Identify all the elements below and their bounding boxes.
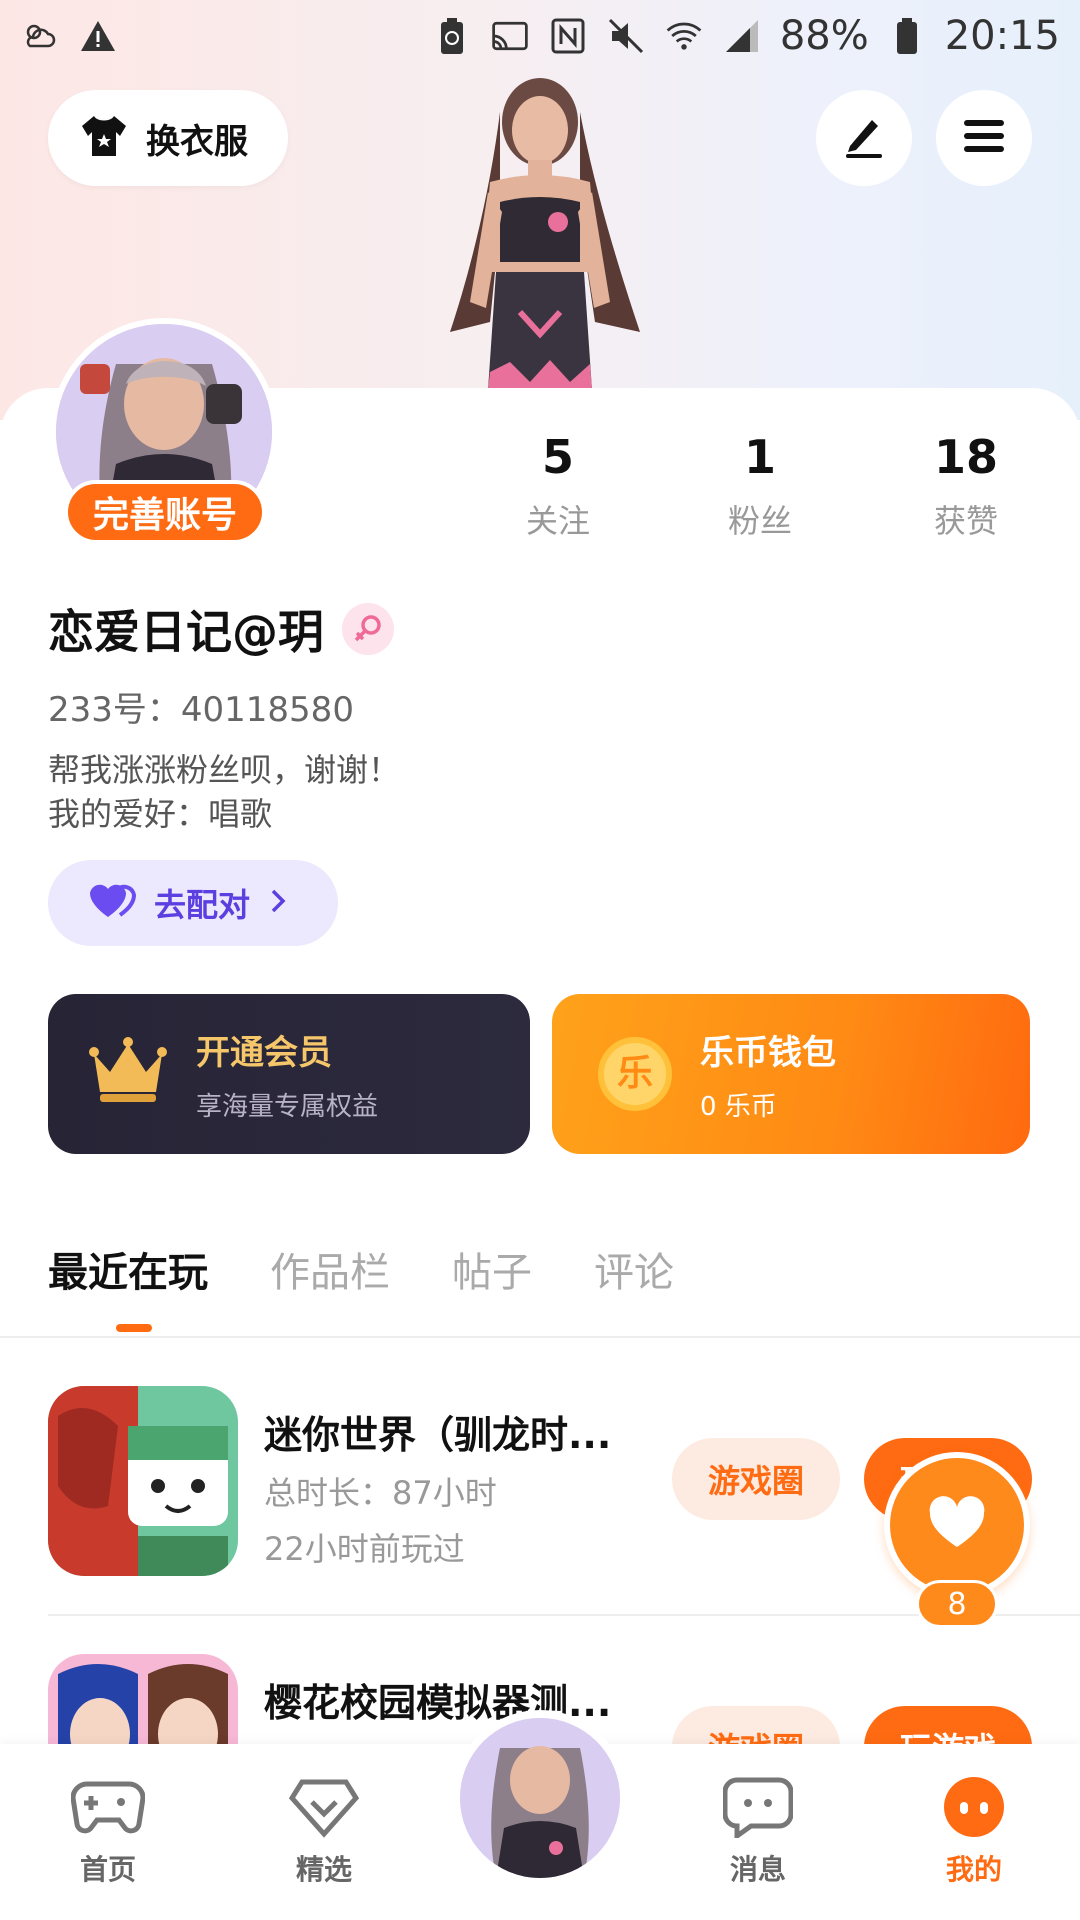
active-tab-indicator xyxy=(116,1324,152,1332)
avatar-3d-figure[interactable] xyxy=(430,72,650,390)
profile-tabs: 最近在玩 作品栏 帖子 评论 xyxy=(48,1240,674,1298)
vip-title: 开通会员 xyxy=(196,1033,332,1073)
status-bar: 88% 20:15 xyxy=(0,0,1080,72)
wifi-icon xyxy=(664,16,704,56)
nav-messages[interactable]: 消息 xyxy=(688,1776,828,1888)
battery-icon xyxy=(887,16,927,56)
tab-recently-played[interactable]: 最近在玩 xyxy=(48,1240,208,1298)
chevron-right-icon xyxy=(268,887,288,919)
signal-icon xyxy=(722,16,762,56)
edit-profile-button[interactable] xyxy=(816,90,912,186)
bottom-nav: 首页 精选 消息 我的 xyxy=(0,1710,1080,1920)
user-bio: 帮我涨涨粉丝呗，谢谢！ 我的爱好：唱歌 xyxy=(48,748,400,836)
stat-following-label: 关注 xyxy=(525,502,590,540)
coin-wallet-card[interactable]: 乐 乐币钱包 0 乐币 xyxy=(552,994,1030,1154)
warning-icon xyxy=(78,16,118,56)
heart-icon xyxy=(926,1495,988,1555)
bio-line: 我的爱好：唱歌 xyxy=(48,795,273,833)
user-id: 233号：40118580 xyxy=(48,690,354,730)
nav-avatar-image xyxy=(460,1718,620,1878)
nav-profile[interactable]: 我的 xyxy=(904,1776,1044,1888)
nav-featured-label: 精选 xyxy=(295,1853,352,1886)
username: 恋爱日记@玥 xyxy=(48,605,324,659)
tab-posts[interactable]: 帖子 xyxy=(452,1240,532,1298)
vip-text: 开通会员 享海量专属权益 xyxy=(196,1025,378,1123)
mute-icon xyxy=(606,16,646,56)
coin-icon: 乐 xyxy=(598,1037,672,1111)
nav-profile-label: 我的 xyxy=(945,1853,1002,1886)
coin-glyph: 乐 xyxy=(616,1053,653,1094)
menu-icon xyxy=(960,112,1008,164)
heart-tag-icon xyxy=(288,1776,360,1842)
status-left xyxy=(20,16,118,56)
purple-heart-icon xyxy=(88,881,137,925)
tab-comments[interactable]: 评论 xyxy=(594,1240,674,1298)
crown-icon xyxy=(88,1036,168,1112)
wallet-balance: 0 乐币 xyxy=(700,1092,777,1122)
tabs-divider xyxy=(0,1336,1080,1338)
status-right: 88% 20:15 xyxy=(432,13,1060,59)
wallet-text: 乐币钱包 0 乐币 xyxy=(700,1025,836,1123)
clock: 20:15 xyxy=(944,13,1060,59)
stat-following-value: 5 xyxy=(541,430,574,484)
nav-home-label: 首页 xyxy=(79,1853,136,1886)
stat-following[interactable]: 5 关注 xyxy=(478,430,638,542)
nav-messages-label: 消息 xyxy=(729,1853,786,1886)
game-total-time: 总时长：87小时 xyxy=(264,1474,497,1512)
vip-subtitle: 享海量专属权益 xyxy=(196,1092,379,1122)
battery-saver-icon xyxy=(432,16,472,56)
nav-home[interactable]: 首页 xyxy=(38,1776,178,1888)
nfc-icon xyxy=(548,16,588,56)
game-title: 迷你世界（驯龙时... xyxy=(264,1413,612,1457)
wallet-title: 乐币钱包 xyxy=(700,1033,836,1073)
game-last-played: 22小时前玩过 xyxy=(264,1530,465,1568)
change-outfit-label: 换衣服 xyxy=(146,121,248,162)
game-circle-button[interactable]: 游戏圈 xyxy=(672,1438,840,1520)
cast-icon xyxy=(490,16,530,56)
vip-membership-card[interactable]: 开通会员 享海量专属权益 xyxy=(48,994,530,1154)
stat-likes-value: 18 xyxy=(933,430,998,484)
like-count-badge: 8 xyxy=(916,1580,998,1628)
profile-icon xyxy=(941,1776,1007,1842)
username-row: 恋爱日记@玥 xyxy=(48,596,394,662)
floating-like-button[interactable] xyxy=(884,1452,1030,1598)
gamepad-icon xyxy=(70,1776,146,1842)
stat-fans-label: 粉丝 xyxy=(727,502,792,540)
bio-line: 帮我涨涨粉丝呗，谢谢！ xyxy=(48,751,401,789)
chat-icon xyxy=(722,1776,794,1842)
female-gender-icon xyxy=(342,603,394,655)
change-outfit-button[interactable]: 换衣服 xyxy=(48,90,288,186)
match-button[interactable]: 去配对 xyxy=(48,860,338,946)
profile-page: 88% 20:15 换衣服 完善账号 5 关注 1 粉丝 18 获赞 恋爱日记@… xyxy=(0,0,1080,1920)
shirt-icon xyxy=(78,110,130,166)
nav-featured[interactable]: 精选 xyxy=(254,1776,394,1888)
stat-likes-label: 获赞 xyxy=(933,502,998,540)
nav-avatar-center[interactable] xyxy=(452,1710,628,1886)
stat-fans[interactable]: 1 粉丝 xyxy=(680,430,840,542)
complete-account-badge[interactable]: 完善账号 xyxy=(64,480,266,544)
stat-fans-value: 1 xyxy=(743,430,776,484)
pen-icon xyxy=(840,112,888,164)
menu-button[interactable] xyxy=(936,90,1032,186)
match-button-label: 去配对 xyxy=(154,886,251,924)
tab-works[interactable]: 作品栏 xyxy=(270,1240,390,1298)
stat-likes[interactable]: 18 获赞 xyxy=(886,430,1046,542)
game-icon-mini-world[interactable] xyxy=(48,1386,238,1576)
battery-percent: 88% xyxy=(779,13,869,59)
weather-cloud-icon xyxy=(20,16,60,56)
